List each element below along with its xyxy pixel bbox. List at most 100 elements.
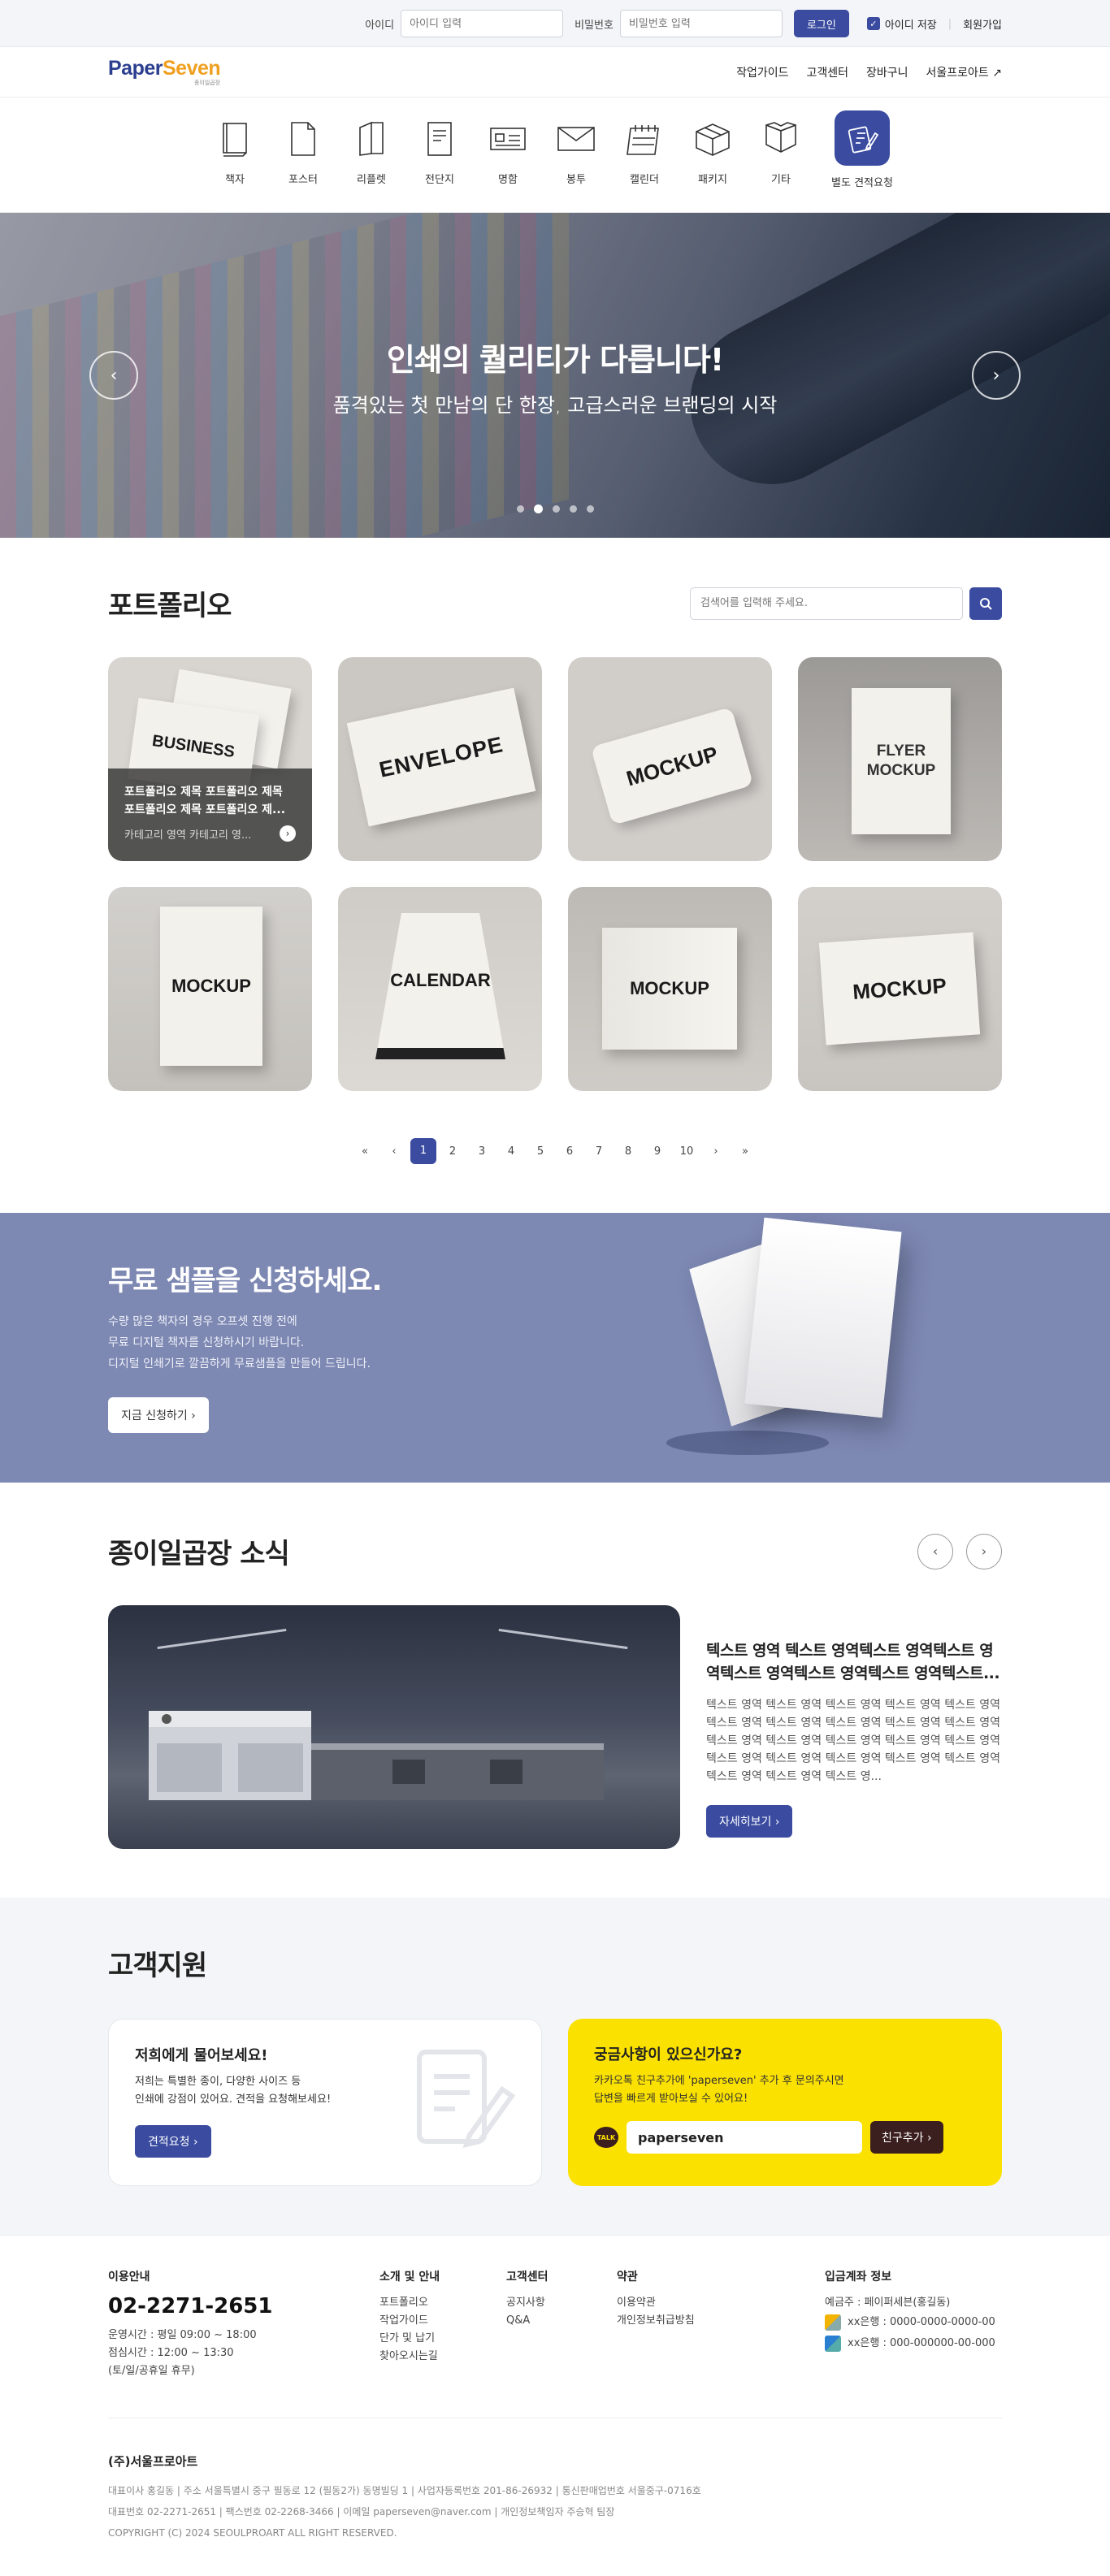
portfolio-card[interactable]: MOCKUP <box>108 887 312 1091</box>
category-poster[interactable]: 포스터 <box>280 115 327 213</box>
news-next-button[interactable]: › <box>966 1533 1002 1569</box>
portfolio-card[interactable]: BUSINESS 포트폴리오 제목 포트폴리오 제목 포트폴리오 제목 포트폴리… <box>108 657 312 861</box>
footer-link[interactable]: 포트폴리오 <box>379 2294 506 2312</box>
footer-link[interactable]: 공지사항 <box>506 2294 617 2312</box>
id-label: 아이디 <box>365 19 395 32</box>
last-page-button[interactable]: » <box>731 1145 760 1158</box>
portfolio-card[interactable]: CALENDAR <box>338 887 542 1091</box>
footer-link[interactable]: 개인정보취급방침 <box>617 2312 825 2330</box>
portfolio-grid: BUSINESS 포트폴리오 제목 포트폴리오 제목 포트폴리오 제목 포트폴리… <box>108 657 1002 1091</box>
footer-about: 소개 및 안내 포트폴리오 작업가이드 단가 및 납기 찾아오시는길 <box>379 2268 506 2380</box>
prev-page-button[interactable]: ‹ <box>379 1145 409 1158</box>
search-input[interactable] <box>690 587 963 620</box>
read-more-button[interactable]: 자세히보기 › <box>706 1805 793 1838</box>
category-quote-request[interactable]: 별도 견적요청 <box>826 110 899 213</box>
id-input[interactable] <box>401 10 564 37</box>
footer-link[interactable]: Q&A <box>506 2312 617 2330</box>
login-button[interactable]: 로그인 <box>793 10 849 37</box>
footer-link[interactable]: 단가 및 납기 <box>379 2330 506 2348</box>
nav-customer-center[interactable]: 고객센터 <box>806 64 848 80</box>
bank-logo-icon <box>825 2336 841 2352</box>
hero-dot[interactable] <box>552 505 560 513</box>
card-mockup-image: MOCKUP <box>590 707 754 825</box>
kakao-talk-icon: TALK <box>594 2127 618 2148</box>
footer-col-title: 소개 및 안내 <box>379 2271 440 2284</box>
footer-link[interactable]: 작업가이드 <box>379 2312 506 2330</box>
category-leaflet[interactable]: 리플렛 <box>348 115 395 213</box>
footer-bank: 입금계좌 정보 예금주 : 페이퍼세븐(홍길동) xx은행 : 0000-000… <box>825 2268 995 2380</box>
card-mockup-image: FLYER MOCKUP <box>852 688 951 834</box>
first-page-button[interactable]: « <box>350 1145 379 1158</box>
logo[interactable]: PaperSeven 종이일곱장 <box>108 58 221 86</box>
portfolio-card[interactable]: FLYER MOCKUP <box>798 657 1002 861</box>
news-headline[interactable]: 텍스트 영역 텍스트 영역텍스트 영역텍스트 영역텍스트 영역텍스트 영역텍스트… <box>706 1639 1002 1685</box>
site-footer: 이용안내 02-2271-2651 운영시간 : 평일 09:00 ~ 18:0… <box>0 2235 1110 2576</box>
page-button[interactable]: 7 <box>584 1145 614 1158</box>
login-bar: 아이디 비밀번호 로그인 ✓ 아이디 저장 | 회원가입 <box>0 0 1110 47</box>
category-book[interactable]: 책자 <box>211 115 258 213</box>
nav-work-guide[interactable]: 작업가이드 <box>736 64 788 80</box>
page-button[interactable]: 6 <box>555 1145 584 1158</box>
page-button[interactable]: 10 <box>672 1145 701 1158</box>
footer-hours: 운영시간 : 평일 09:00 ~ 18:00 <box>108 2329 257 2341</box>
category-business-card[interactable]: 명함 <box>484 115 531 213</box>
save-id-checkbox[interactable]: ✓ 아이디 저장 <box>866 16 937 32</box>
kakao-id-field[interactable]: paperseven <box>627 2121 862 2154</box>
quote-request-button[interactable]: 견적요청 › <box>135 2125 211 2158</box>
leaflet-icon <box>348 115 395 162</box>
news-prev-button[interactable]: ‹ <box>917 1533 953 1569</box>
footer-hours: (토/일/공휴일 휴무) <box>108 2365 195 2377</box>
apply-sample-button[interactable]: 지금 신청하기 › <box>108 1397 209 1433</box>
portfolio-card[interactable]: MOCKUP <box>798 887 1002 1091</box>
hero-dot[interactable] <box>516 505 524 513</box>
envelope-icon <box>553 115 600 162</box>
category-etc[interactable]: 기타 <box>757 115 804 213</box>
portfolio-card[interactable]: MOCKUP <box>568 887 772 1091</box>
hero-dot[interactable] <box>586 505 594 513</box>
page-button[interactable]: 9 <box>643 1145 672 1158</box>
portfolio-section: 포트폴리오 BUSINESS 포트폴리오 제목 포트폴리오 제목 포트폴리오 제… <box>0 538 1110 1213</box>
footer-link[interactable]: 이용약관 <box>617 2294 825 2312</box>
page-button[interactable]: 4 <box>496 1145 526 1158</box>
nav-cart[interactable]: 장바구니 <box>866 64 908 80</box>
hero-prev-button[interactable]: ‹ <box>89 351 138 400</box>
category-calendar[interactable]: 캘린더 <box>621 115 668 213</box>
card-category: 카테고리 영역 카테고리 영... <box>124 829 252 842</box>
nav-seoulproart[interactable]: 서울프로아트 ↗ <box>926 64 1002 80</box>
mockup-label: MOCKUP <box>630 978 709 998</box>
text-line: 카카오톡 친구추가에 'paperseven' 추가 후 문의주시면 <box>594 2075 844 2087</box>
category-package[interactable]: 패키지 <box>689 115 736 213</box>
hero-dot[interactable] <box>569 505 577 513</box>
page-button[interactable]: 3 <box>467 1145 496 1158</box>
page-button[interactable]: 8 <box>614 1145 643 1158</box>
portfolio-title: 포트폴리오 <box>108 590 232 622</box>
category-flyer[interactable]: 전단지 <box>416 115 463 213</box>
news-content: 텍스트 영역 텍스트 영역텍스트 영역텍스트 영역텍스트 영역텍스트 영역텍스트… <box>706 1605 1002 1849</box>
page-button[interactable]: 2 <box>438 1145 467 1158</box>
page-button-active[interactable]: 1 <box>410 1138 436 1164</box>
page-button[interactable]: 5 <box>526 1145 555 1158</box>
package-icon <box>689 115 736 162</box>
text-line: 저희는 특별한 종이, 다양한 사이즈 등 <box>135 2076 301 2088</box>
chevron-left-icon: ‹ <box>110 365 118 386</box>
news-image[interactable] <box>108 1605 680 1849</box>
hero-next-button[interactable]: › <box>972 351 1021 400</box>
portfolio-card[interactable]: ENVELOPE <box>338 657 542 861</box>
search-button[interactable] <box>969 587 1002 620</box>
footer-link[interactable]: 찾아오시는길 <box>379 2348 506 2366</box>
save-id-label: 아이디 저장 <box>884 19 937 32</box>
category-label: 별도 견적요청 <box>831 177 893 189</box>
hero-dot-active[interactable] <box>533 504 543 513</box>
free-sample-banner: 무료 샘플을 신청하세요. 수량 많은 책자의 경우 오프셋 진행 전에 무료 … <box>0 1213 1110 1483</box>
next-page-button[interactable]: › <box>701 1145 731 1158</box>
add-friend-button[interactable]: 친구추가 › <box>870 2121 943 2154</box>
logo-subtitle: 종이일곱장 <box>193 80 221 86</box>
card-title: 포트폴리오 제목 포트폴리오 제목 포트폴리오 제목 포트폴리오 제... <box>124 786 286 816</box>
password-input[interactable] <box>619 10 783 37</box>
category-envelope[interactable]: 봉투 <box>553 115 600 213</box>
portfolio-card[interactable]: MOCKUP <box>568 657 772 861</box>
mockup-label: BUSINESS <box>150 731 236 761</box>
signup-link[interactable]: 회원가입 <box>963 16 1002 32</box>
arrow-right-icon[interactable]: › <box>280 825 296 842</box>
footer-hours: 점심시간 : 12:00 ~ 13:30 <box>108 2347 234 2359</box>
